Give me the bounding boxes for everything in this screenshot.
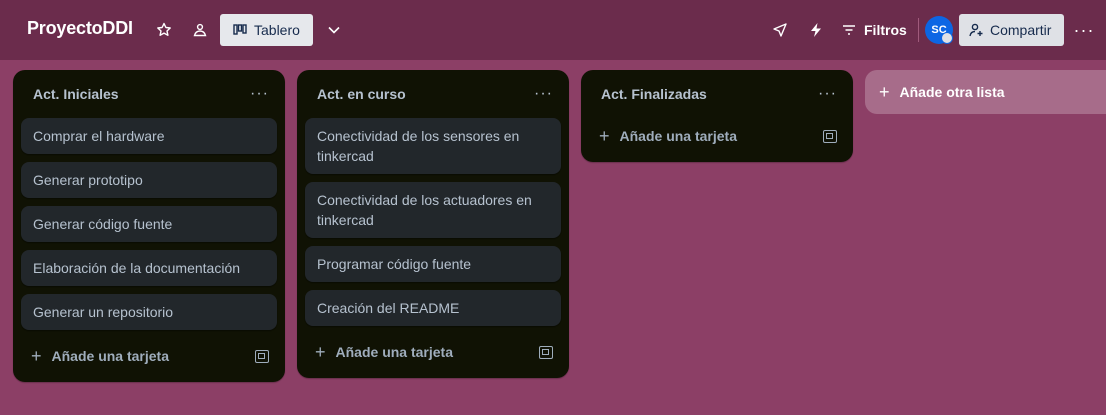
card-template-icon[interactable] xyxy=(255,349,269,363)
add-list-label: Añade otra lista xyxy=(899,84,1005,100)
card[interactable]: Comprar el hardware xyxy=(21,118,277,154)
plus-icon: + xyxy=(879,81,890,102)
list-menu-icon[interactable]: ··· xyxy=(818,85,837,103)
plus-icon: + xyxy=(31,345,42,366)
card[interactable]: Creación del README xyxy=(305,290,561,326)
star-icon[interactable] xyxy=(150,16,178,44)
plus-icon: + xyxy=(599,125,610,146)
filter-icon xyxy=(843,25,855,35)
card[interactable]: Programar código fuente xyxy=(305,246,561,282)
board-view-label: Tablero xyxy=(254,22,300,38)
filters-button[interactable]: Filtros xyxy=(842,16,907,44)
list-header: Act. en curso ··· xyxy=(297,70,569,118)
add-card-label: Añade una tarjeta xyxy=(335,344,453,360)
send-icon[interactable] xyxy=(766,16,794,44)
share-button[interactable]: Compartir xyxy=(959,14,1064,46)
card[interactable]: Generar prototipo xyxy=(21,162,277,198)
card[interactable]: Conectividad de los sensores en tinkerca… xyxy=(305,118,561,174)
workspace-visibility-icon[interactable] xyxy=(186,16,214,44)
add-card-label: Añade una tarjeta xyxy=(51,348,169,364)
list-act-finalizadas: Act. Finalizadas ··· + Añade una tarjeta xyxy=(581,70,853,162)
add-card-row: + Añade una tarjeta xyxy=(13,338,285,374)
add-list-button[interactable]: + Añade otra lista xyxy=(865,70,1106,114)
more-options-icon[interactable]: ··· xyxy=(1070,16,1098,44)
add-card-button[interactable]: + Añade una tarjeta xyxy=(599,126,737,147)
admin-badge-icon xyxy=(941,32,953,44)
board-view-button[interactable]: Tablero xyxy=(220,14,313,46)
board-view-icon xyxy=(233,24,247,35)
list-header: Act. Iniciales ··· xyxy=(13,70,285,118)
list-title[interactable]: Act. Finalizadas xyxy=(601,86,707,102)
chevron-down-icon[interactable] xyxy=(320,16,348,44)
plus-icon: + xyxy=(315,341,326,362)
list-title[interactable]: Act. Iniciales xyxy=(33,86,119,102)
add-card-row: + Añade una tarjeta xyxy=(581,118,853,154)
card-template-icon[interactable] xyxy=(823,129,837,143)
card[interactable]: Conectividad de los actuadores en tinker… xyxy=(305,182,561,238)
list-menu-icon[interactable]: ··· xyxy=(250,85,269,103)
filters-label: Filtros xyxy=(864,22,907,38)
card[interactable]: Generar código fuente xyxy=(21,206,277,242)
board-header: ProyectoDDI Tablero Filtros SC Compartir… xyxy=(0,0,1106,60)
list-title[interactable]: Act. en curso xyxy=(317,86,406,102)
card[interactable]: Generar un repositorio xyxy=(21,294,277,330)
share-label: Compartir xyxy=(990,22,1052,38)
automation-bolt-icon[interactable] xyxy=(802,16,830,44)
add-member-icon xyxy=(969,23,983,37)
add-card-label: Añade una tarjeta xyxy=(619,128,737,144)
card-template-icon[interactable] xyxy=(539,345,553,359)
list-act-iniciales: Act. Iniciales ··· Comprar el hardware G… xyxy=(13,70,285,382)
list-menu-icon[interactable]: ··· xyxy=(534,85,553,103)
list-act-en-curso: Act. en curso ··· Conectividad de los se… xyxy=(297,70,569,378)
add-card-row: + Añade una tarjeta xyxy=(297,334,569,370)
add-card-button[interactable]: + Añade una tarjeta xyxy=(315,342,453,363)
header-divider xyxy=(918,18,919,42)
card[interactable]: Elaboración de la documentación xyxy=(21,250,277,286)
add-card-button[interactable]: + Añade una tarjeta xyxy=(31,346,169,367)
list-header: Act. Finalizadas ··· xyxy=(581,70,853,118)
board-title[interactable]: ProyectoDDI xyxy=(27,18,133,39)
